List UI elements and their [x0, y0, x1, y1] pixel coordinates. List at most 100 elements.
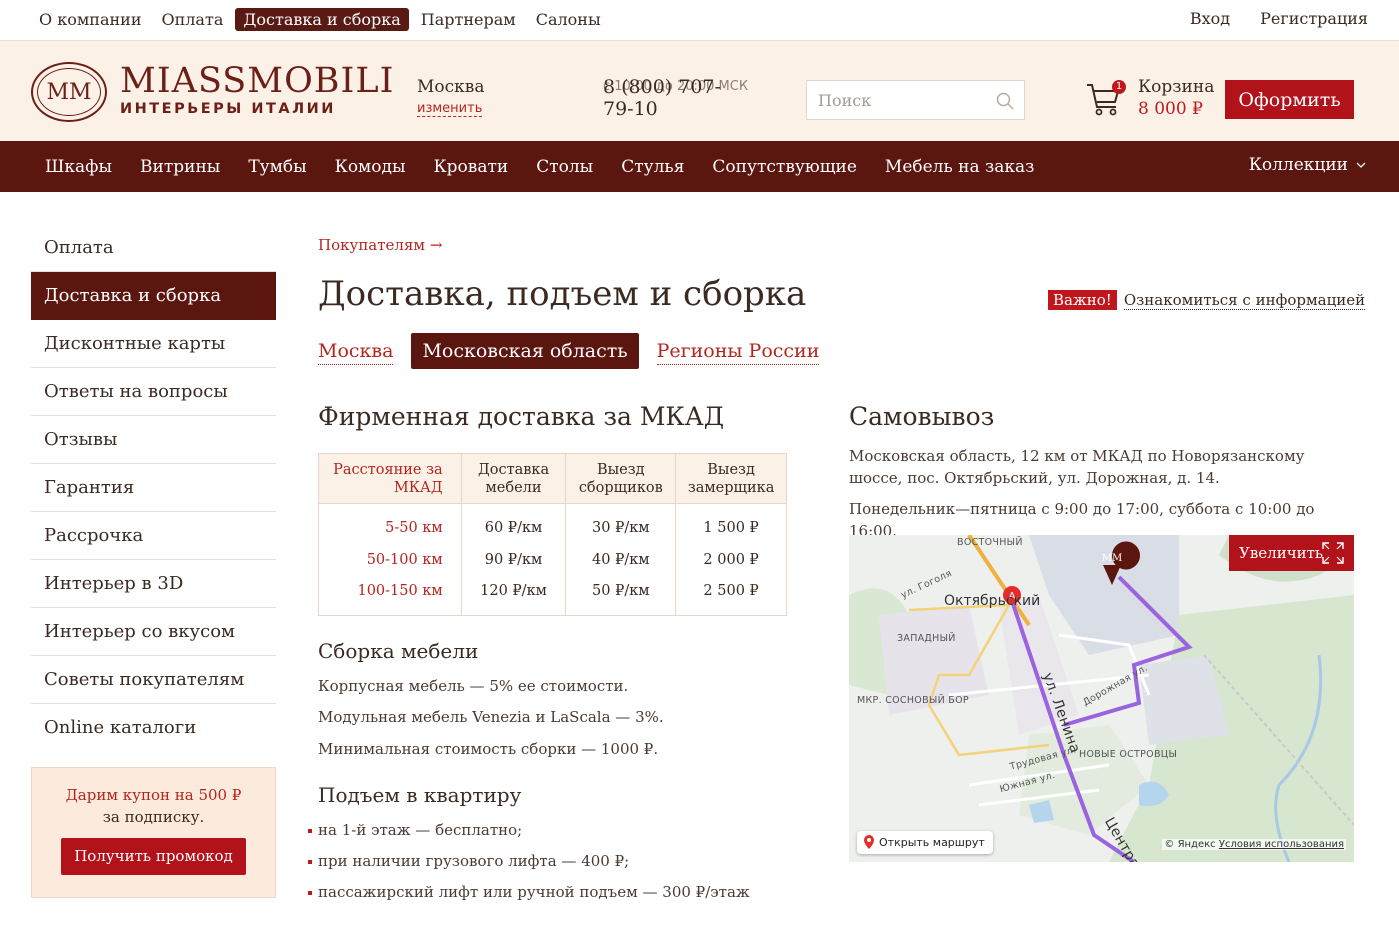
- delivery-price-table: Расстояние за МКАД Доставка мебели Выезд…: [318, 453, 787, 616]
- map-label: НОВЫЕ ОСТРОВЦЫ: [1079, 749, 1178, 760]
- list-item: пассажирский лифт или ручной подъем — 30…: [308, 880, 750, 911]
- table-row: 5-50 км 60 ₽/км 30 ₽/км 1 500 ₽: [318, 503, 787, 544]
- top-nav: О компании Оплата Доставка и сборка Парт…: [31, 8, 609, 31]
- brand[interactable]: MIASSMOBILI ИНТЕРЬЕРЫ ИТАЛИИ: [120, 63, 394, 117]
- table-cell: 120 ₽/км: [460, 575, 567, 616]
- table-cell: 90 ₽/км: [460, 543, 567, 576]
- cart-count-badge: 1: [1112, 80, 1126, 94]
- logo-emblem[interactable]: MM: [31, 62, 107, 122]
- phone-number[interactable]: 8 (800) 707-79-10: [603, 76, 748, 120]
- location-pin-icon: [864, 835, 874, 849]
- city-change-link[interactable]: изменить: [417, 101, 483, 117]
- nav-tables[interactable]: Столы: [522, 157, 607, 177]
- important-notice: Важно! Ознакомиться с информацией: [1048, 290, 1366, 310]
- sidebar-item-tips[interactable]: Советы покупателям: [31, 656, 276, 704]
- tab-moscow[interactable]: Москва: [318, 338, 394, 365]
- important-info-link[interactable]: Ознакомиться с информацией: [1123, 291, 1366, 310]
- nav-cabinets[interactable]: Тумбы: [234, 157, 320, 177]
- open-route-label: Открыть маршрут: [879, 836, 985, 849]
- sidebar-item-interior-taste[interactable]: Интерьер со вкусом: [31, 608, 276, 656]
- sidebar-item-discount-cards[interactable]: Дисконтные карты: [31, 320, 276, 368]
- topnav-partners[interactable]: Партнерам: [413, 8, 524, 31]
- sidebar-item-warranty[interactable]: Гарантия: [31, 464, 276, 512]
- nav-beds[interactable]: Кровати: [420, 157, 523, 177]
- sidebar-item-faq[interactable]: Ответы на вопросы: [31, 368, 276, 416]
- get-promo-button[interactable]: Получить промокод: [61, 838, 246, 875]
- topnav-payment[interactable]: Оплата: [153, 8, 231, 31]
- nav-accessories[interactable]: Сопутствующие: [698, 157, 870, 177]
- col-measurer: Выезд замерщика: [675, 453, 787, 504]
- pickup-heading: Самовывоз: [849, 402, 995, 431]
- map-label: МКР. СОСНОВЫЙ БОР: [857, 695, 969, 706]
- assembly-line: Корпусная мебель — 5% ее стоимости.: [318, 677, 629, 695]
- map-label: ВОСТОЧНЫЙ: [957, 537, 1023, 548]
- map-label-oktyabrsky: Октябрьский: [944, 593, 1041, 609]
- promo-box: Дарим купон на 500 ₽ за подписку. Получи…: [31, 767, 276, 898]
- account-links: Вход Регистрация: [1190, 8, 1368, 29]
- topnav-salons[interactable]: Салоны: [528, 8, 609, 31]
- table-cell: 40 ₽/км: [565, 543, 677, 576]
- search-input[interactable]: [807, 90, 987, 110]
- map-attribution: © Яндекс Условия использования: [1162, 839, 1346, 850]
- top-bar: О компании Оплата Доставка и сборка Парт…: [0, 0, 1399, 41]
- chevron-down-icon: [1356, 162, 1366, 168]
- sidebar-item-delivery[interactable]: Доставка и сборка: [31, 272, 276, 320]
- svg-text:MM: MM: [1102, 553, 1122, 564]
- nav-dressers[interactable]: Комоды: [321, 157, 420, 177]
- table-cell: 50 ₽/км: [565, 575, 677, 616]
- checkout-button[interactable]: Оформить: [1225, 80, 1354, 119]
- assembly-heading: Сборка мебели: [318, 639, 479, 663]
- col-distance: Расстояние за МКАД: [318, 453, 462, 504]
- promo-text: Дарим купон на 500 ₽: [65, 786, 242, 804]
- nav-custom-furniture[interactable]: Мебель на заказ: [871, 157, 1049, 177]
- sidebar-item-reviews[interactable]: Отзывы: [31, 416, 276, 464]
- yandex-copyright: © Яндекс: [1164, 839, 1216, 850]
- tab-russia-regions[interactable]: Регионы России: [656, 338, 820, 365]
- promo-subtext: за подписку.: [102, 808, 205, 826]
- category-nav: Шкафы Витрины Тумбы Комоды Кровати Столы…: [31, 141, 1048, 192]
- list-item: на 1-й этаж — бесплатно;: [308, 818, 750, 849]
- assembly-line: Минимальная стоимость сборки — 1000 ₽.: [318, 740, 659, 758]
- search-icon[interactable]: [996, 92, 1014, 110]
- important-badge: Важно!: [1048, 290, 1117, 310]
- terms-link[interactable]: Условия использования: [1219, 839, 1344, 850]
- collections-label: Коллекции: [1248, 155, 1348, 175]
- sidebar: Оплата Доставка и сборка Дисконтные карт…: [31, 224, 276, 752]
- page-title: Доставка, подъем и сборка: [318, 274, 807, 314]
- sidebar-item-installments[interactable]: Рассрочка: [31, 512, 276, 560]
- table-cell: 100-150 км: [318, 575, 462, 616]
- topnav-delivery[interactable]: Доставка и сборка: [235, 8, 409, 31]
- sidebar-item-payment[interactable]: Оплата: [31, 224, 276, 272]
- collections-dropdown[interactable]: Коллекции: [1249, 155, 1366, 175]
- tab-moscow-region[interactable]: Московская область: [411, 333, 639, 369]
- sidebar-item-catalogs[interactable]: Online каталоги: [31, 704, 276, 752]
- table-cell: 50-100 км: [318, 543, 462, 576]
- breadcrumb[interactable]: Покупателям →: [318, 236, 442, 254]
- login-link[interactable]: Вход: [1190, 8, 1230, 29]
- register-link[interactable]: Регистрация: [1260, 8, 1368, 29]
- cart-amount: 8 000 ₽: [1138, 99, 1203, 119]
- nav-wardrobes[interactable]: Шкафы: [31, 157, 126, 177]
- col-assemblers: Выезд сборщиков: [565, 453, 677, 504]
- sidebar-item-interior-3d[interactable]: Интерьер в 3D: [31, 560, 276, 608]
- topnav-about[interactable]: О компании: [31, 8, 149, 31]
- nav-showcases[interactable]: Витрины: [126, 157, 234, 177]
- table-cell: 5-50 км: [318, 503, 462, 544]
- open-route-button[interactable]: Открыть маршрут: [857, 831, 993, 854]
- main-nav: Шкафы Витрины Тумбы Комоды Кровати Столы…: [0, 141, 1399, 192]
- map-zoom-label: Увеличить: [1239, 544, 1324, 562]
- table-cell: 30 ₽/км: [565, 503, 677, 544]
- pickup-map[interactable]: A MM ВОСТОЧНЫЙ ул. Гоголя Октябрьский ЗА…: [849, 535, 1354, 862]
- map-zoom-button[interactable]: Увеличить: [1229, 535, 1354, 571]
- expand-icon: [1322, 542, 1344, 564]
- header: MM MIASSMOBILI ИНТЕРЬЕРЫ ИТАЛИИ Москва и…: [0, 41, 1399, 141]
- search-box: [806, 80, 1025, 120]
- city-name: Москва: [417, 77, 485, 97]
- pickup-address: Московская область, 12 км от МКАД по Нов…: [849, 447, 1305, 487]
- table-row: 100-150 км 120 ₽/км 50 ₽/км 2 500 ₽: [318, 575, 787, 616]
- map-label: ЗАПАДНЫЙ: [897, 633, 956, 644]
- table-header-row: Расстояние за МКАД Доставка мебели Выезд…: [318, 453, 787, 504]
- col-delivery: Доставка мебели: [460, 453, 567, 504]
- cart-label: Корзина: [1138, 77, 1215, 97]
- nav-chairs[interactable]: Стулья: [607, 157, 698, 177]
